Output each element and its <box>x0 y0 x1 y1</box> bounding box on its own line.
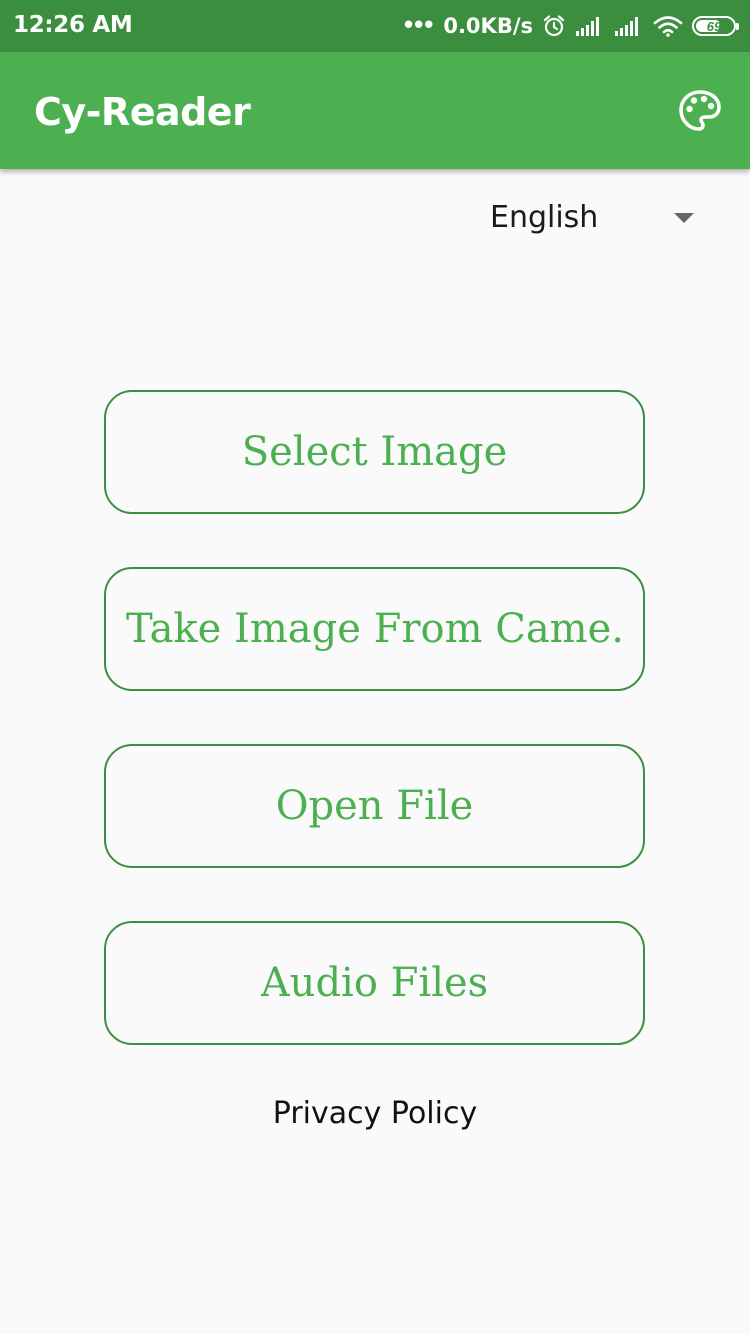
battery-icon: 69 <box>692 16 739 36</box>
open-file-button[interactable]: Open File <box>104 744 645 868</box>
theme-palette-button[interactable] <box>678 89 722 133</box>
app-bar: Cy-Reader <box>0 52 750 169</box>
dropdown-arrow-icon <box>674 213 694 223</box>
status-icons: ••• 0.0KB/s 69 <box>404 9 739 42</box>
select-image-label: Select Image <box>241 429 508 475</box>
language-selected-value: English <box>490 200 599 235</box>
app-title: Cy-Reader <box>34 90 251 134</box>
language-dropdown[interactable]: English <box>490 196 706 240</box>
audio-files-button[interactable]: Audio Files <box>104 921 645 1045</box>
cell-signal-icon <box>614 15 644 37</box>
palette-icon <box>679 90 721 131</box>
network-speed: 0.0KB/s <box>443 14 533 38</box>
open-file-label: Open File <box>275 783 474 829</box>
take-image-from-camera-button[interactable]: Take Image From Came.. <box>104 567 645 691</box>
battery-level: 69 <box>706 18 722 34</box>
select-image-button[interactable]: Select Image <box>104 390 645 514</box>
more-notifications-icon: ••• <box>404 9 435 39</box>
wifi-icon <box>653 15 683 37</box>
battery-tip <box>736 23 739 30</box>
cell-signal-icon <box>575 15 605 37</box>
audio-files-label: Audio Files <box>260 960 489 1006</box>
status-bar: 12:26 AM ••• 0.0KB/s 69 <box>0 0 750 52</box>
alarm-clock-icon <box>542 14 566 38</box>
privacy-policy-link[interactable]: Privacy Policy <box>0 1096 750 1131</box>
status-time: 12:26 AM <box>13 12 133 38</box>
take-image-from-camera-label: Take Image From Came.. <box>126 606 623 652</box>
